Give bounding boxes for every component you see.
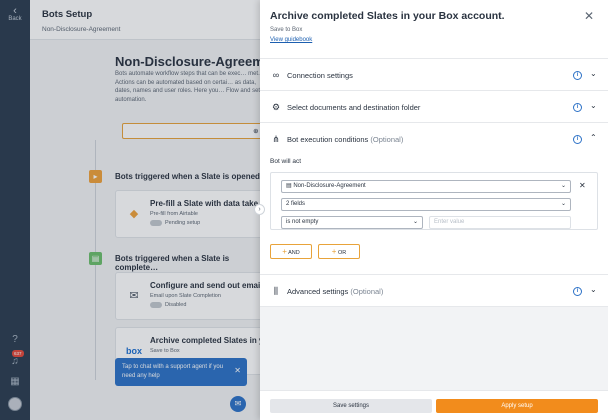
section-label: Connection settings — [287, 71, 353, 80]
save-settings-button[interactable]: Save settings — [270, 399, 432, 413]
link-icon: ∞ — [272, 70, 280, 80]
section-select-documents[interactable]: ⚙ Select documents and destination folde… — [260, 90, 608, 122]
chevron-down-icon: ⌄ — [412, 219, 418, 225]
chevron-right-icon[interactable]: › — [254, 204, 265, 215]
chevron-down-icon: ⌄ — [590, 101, 597, 110]
chevron-down-icon: ⌄ — [590, 69, 597, 78]
field-select[interactable]: 2 fields ⌄ — [281, 198, 571, 211]
gear-icon: ⚙ — [271, 102, 281, 112]
chevron-down-icon: ⌄ — [560, 183, 566, 189]
overlay-backdrop[interactable] — [0, 0, 260, 420]
guidebook-link[interactable]: View guidebook — [270, 37, 312, 43]
section-label: Select documents and destination folder — [287, 103, 421, 112]
remove-condition-icon[interactable]: ✕ — [579, 181, 586, 190]
apply-setup-button[interactable]: Apply setup — [436, 399, 598, 413]
bot-will-act-label: Bot will act — [270, 158, 302, 165]
panel-header: Archive completed Slates in your Box acc… — [260, 0, 608, 55]
add-and-condition-button[interactable]: + AND — [270, 244, 312, 259]
add-or-condition-button[interactable]: + OR — [318, 244, 360, 259]
or-label: OR — [337, 250, 347, 256]
bot-settings-panel: Archive completed Slates in your Box acc… — [260, 0, 608, 420]
close-icon[interactable]: ✕ — [584, 9, 594, 23]
field-select-value: 2 fields — [286, 201, 306, 207]
optional-label: (Optional) — [370, 135, 404, 144]
info-icon[interactable]: i — [573, 103, 582, 112]
panel-title: Archive completed Slates in your Box acc… — [270, 10, 505, 22]
info-icon[interactable]: i — [573, 71, 582, 80]
panel-subtitle: Save to Box — [270, 27, 303, 33]
panel-footer: Save settings Apply setup — [260, 390, 608, 420]
condition-value-placeholder: Enter value — [434, 219, 465, 225]
condition-group: ▤ Non-Disclosure-Agreement ⌄ ✕ 2 fields … — [270, 172, 598, 230]
section-execution-conditions[interactable]: ⋔ Bot execution conditions (Optional) i … — [260, 122, 608, 154]
and-label: AND — [288, 250, 300, 256]
section-label: Advanced settings — [287, 287, 349, 296]
info-icon[interactable]: i — [573, 135, 582, 144]
panel-empty-area — [260, 306, 608, 390]
optional-label: (Optional) — [350, 287, 384, 296]
execution-conditions-body: Bot will act ▤ Non-Disclosure-Agreement … — [260, 153, 608, 270]
section-advanced-settings[interactable]: ⫼ Advanced settings (Optional) i ⌄ — [260, 274, 608, 306]
operator-select-value: is not empty — [286, 219, 319, 225]
section-connection-settings[interactable]: ∞ Connection settings i ⌄ — [260, 58, 608, 90]
document-select-value: Non-Disclosure-Agreement — [293, 183, 366, 189]
plus-icon: + — [282, 247, 287, 256]
condition-value-input[interactable]: Enter value — [429, 216, 571, 229]
chevron-down-icon: ⌄ — [590, 285, 597, 294]
sliders-icon: ⫼ — [273, 286, 279, 296]
plus-icon: + — [331, 247, 337, 256]
info-icon[interactable]: i — [573, 287, 582, 296]
chevron-up-icon: ⌃ — [590, 133, 597, 142]
branch-icon: ⋔ — [272, 134, 280, 144]
operator-select[interactable]: is not empty ⌄ — [281, 216, 423, 229]
chevron-down-icon: ⌄ — [560, 201, 566, 207]
document-select[interactable]: ▤ Non-Disclosure-Agreement ⌄ — [281, 180, 571, 193]
section-label: Bot execution conditions — [287, 135, 369, 144]
